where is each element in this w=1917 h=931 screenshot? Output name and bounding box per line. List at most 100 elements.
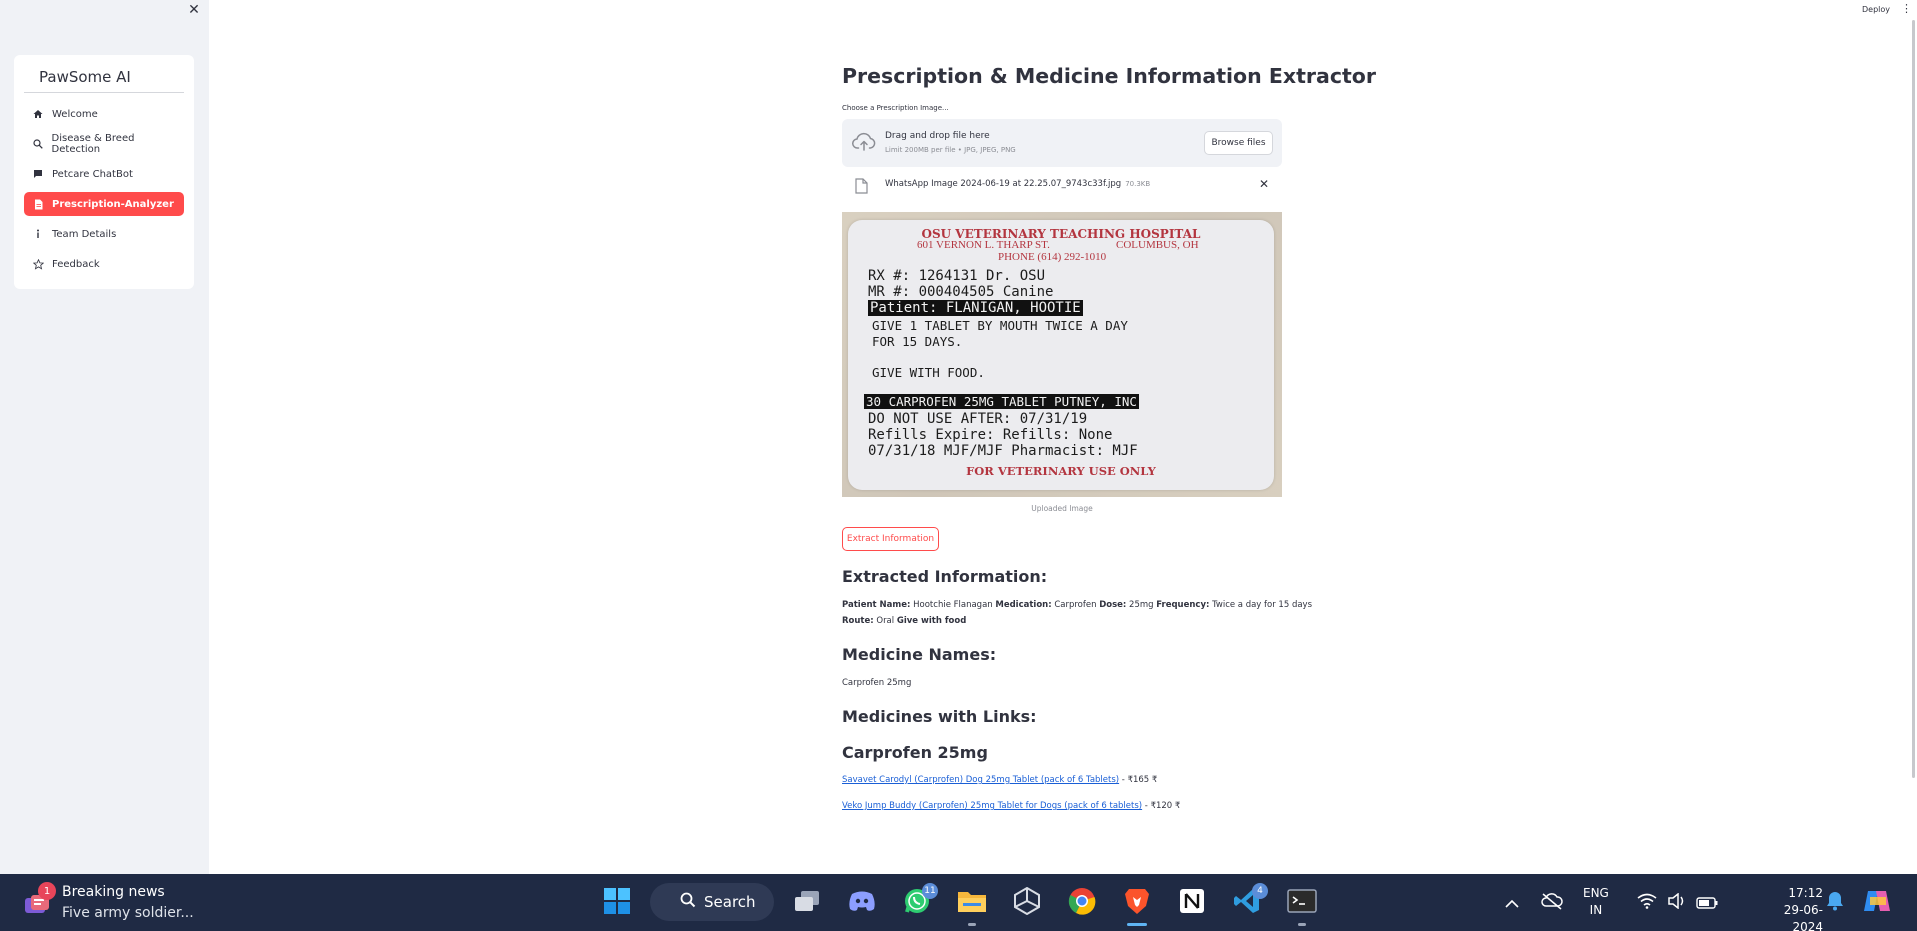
terminal-button[interactable]	[1287, 888, 1317, 926]
language-indicator[interactable]: ENG IN	[1583, 885, 1609, 919]
browse-files-button[interactable]: Browse files	[1204, 131, 1273, 155]
wifi-icon	[1637, 893, 1657, 913]
rx-drug-line: 30 CARPROFEN 25MG TABLET PUTNEY, INC	[864, 394, 1139, 409]
rx-refills-line: Refills Expire: Refills: None	[868, 427, 1113, 443]
sidebar: ✕ PawSome AI Welcome Disease & Breed Det…	[0, 0, 209, 874]
folder-icon	[957, 888, 987, 918]
rx-give-line-1: GIVE 1 TABLET BY MOUTH TWICE A DAY	[872, 318, 1128, 333]
vscode-button[interactable]: 4	[1232, 883, 1268, 918]
option-menu: PawSome AI Welcome Disease & Breed Detec…	[14, 55, 194, 289]
frequency-value: Twice a day for 15 days	[1212, 600, 1313, 610]
sidebar-item-disease-breed[interactable]: Disease & Breed Detection	[24, 132, 184, 156]
whatsapp-button[interactable]: 11	[902, 883, 938, 918]
menu-divider	[24, 92, 184, 93]
info-icon	[24, 229, 52, 239]
medicine-subheading: Carprofen 25mg	[842, 743, 988, 762]
rx-footer: FOR VETERINARY USE ONLY	[966, 464, 1156, 478]
medicine-link[interactable]: Veko Jump Buddy (Carprofen) 25mg Tablet …	[842, 801, 1142, 811]
sidebar-item-label: Petcare ChatBot	[52, 168, 133, 180]
unity-icon	[1014, 886, 1040, 919]
taskbar-search[interactable]: Search	[650, 883, 774, 921]
bell-icon	[1826, 891, 1844, 915]
system-clock[interactable]: 17:12 29-06-2024	[1757, 885, 1823, 931]
language-bottom: IN	[1589, 903, 1603, 917]
sidebar-item-label: Disease & Breed Detection	[51, 133, 135, 155]
dose-value: 25mg	[1129, 600, 1154, 610]
battery-icon	[1696, 894, 1718, 913]
medicine-price: - ₹120 ₹	[1142, 801, 1181, 811]
battery-button[interactable]	[1692, 888, 1722, 918]
rx-expiry-line: DO NOT USE AFTER: 07/31/19	[868, 411, 1088, 427]
notion-button[interactable]	[1177, 888, 1207, 918]
medicine-names-text: Carprofen 25mg	[842, 678, 912, 688]
onedrive-button[interactable]	[1537, 888, 1567, 918]
brave-button[interactable]	[1122, 888, 1152, 926]
patient-key: Patient Name:	[842, 600, 911, 610]
chrome-icon	[1068, 887, 1096, 919]
route-key: Route:	[842, 616, 874, 626]
file-size: 70.3KB	[1125, 180, 1151, 188]
rx-hospital: OSU VETERINARY TEACHING HOSPITAL	[921, 227, 1201, 241]
route-value: Oral	[876, 616, 895, 626]
sidebar-item-label: Feedback	[52, 258, 100, 270]
file-explorer-button[interactable]	[957, 888, 987, 926]
deploy-button[interactable]: Deploy	[1862, 5, 1890, 14]
cloud-upload-icon	[852, 132, 876, 156]
whatsapp-badge: 11	[922, 883, 938, 899]
task-view-button[interactable]	[792, 888, 822, 918]
windows-logo-icon	[603, 887, 631, 919]
uploaded-prescription-image: OSU VETERINARY TEACHING HOSPITAL 601 VER…	[842, 212, 1282, 497]
running-indicator	[1298, 923, 1306, 926]
dose-key: Dose:	[1099, 600, 1127, 610]
house-icon	[24, 109, 52, 119]
medicines-links-heading: Medicines with Links:	[842, 707, 1037, 726]
uploaded-file-row: WhatsApp Image 2024-06-19 at 22.25.07_97…	[842, 175, 1282, 197]
patient-value: Hootchie Flanagan	[913, 600, 993, 610]
rx-patient-line: Patient: FLANIGAN, HOOTIE	[868, 300, 1083, 316]
notifications-button[interactable]	[1820, 888, 1850, 918]
rx-address-right: COLUMBUS, OH	[1116, 239, 1199, 251]
sidebar-item-label: Prescription-Analyzer	[52, 198, 174, 210]
rx-food-line: GIVE WITH FOOD.	[872, 365, 985, 380]
rx-phone: PHONE (614) 292-1010	[998, 251, 1107, 263]
sidebar-item-welcome[interactable]: Welcome	[24, 102, 184, 126]
language-top: ENG	[1583, 886, 1609, 900]
medicine-link[interactable]: Savavet Carodyl (Carprofen) Dog 25mg Tab…	[842, 775, 1119, 785]
file-dropzone[interactable]: Drag and drop file here Limit 200MB per …	[842, 119, 1282, 167]
news-text: Five army soldier...	[62, 905, 194, 921]
sidebar-item-label: Welcome	[52, 108, 98, 120]
news-badge: 1	[38, 882, 56, 900]
medicine-price: - ₹165 ₹	[1119, 775, 1158, 785]
volume-icon	[1667, 892, 1687, 913]
uploader-label: Choose a Prescription Image...	[842, 104, 949, 112]
start-button[interactable]	[602, 888, 632, 918]
sidebar-item-team-details[interactable]: Team Details	[24, 222, 184, 246]
main-menu-icon[interactable]: ⋮	[1901, 3, 1912, 14]
terminal-icon	[1287, 888, 1317, 918]
rx-address-left: 601 VERNON L. THARP ST.	[917, 239, 1050, 251]
extracted-heading: Extracted Information:	[842, 567, 1048, 586]
chrome-button[interactable]	[1067, 888, 1097, 918]
dropzone-limit: Limit 200MB per file • JPG, JPEG, PNG	[885, 146, 1016, 154]
medication-key: Medication:	[995, 600, 1052, 610]
frequency-key: Frequency:	[1156, 600, 1210, 610]
discord-button[interactable]	[847, 888, 877, 918]
rx-date-line: 07/31/18 MJF/MJF Pharmacist: MJF	[868, 443, 1138, 459]
sidebar-item-chatbot[interactable]: Petcare ChatBot	[24, 162, 184, 186]
windows-taskbar: 1 Breaking news Five army soldier... Sea…	[0, 874, 1917, 931]
volume-button[interactable]	[1662, 888, 1692, 918]
show-hidden-icons-button[interactable]	[1497, 888, 1527, 918]
remove-file-icon[interactable]: ✕	[1259, 177, 1269, 191]
medicine-link-row: Savavet Carodyl (Carprofen) Dog 25mg Tab…	[842, 775, 1157, 785]
unity-button[interactable]	[1012, 886, 1042, 919]
sidebar-item-prescription-analyzer[interactable]: Prescription-Analyzer	[24, 192, 184, 216]
wifi-button[interactable]	[1632, 888, 1662, 918]
active-indicator	[1127, 923, 1147, 926]
close-sidebar-icon[interactable]: ✕	[186, 2, 202, 18]
sidebar-item-feedback[interactable]: Feedback	[24, 252, 184, 276]
chat-icon	[24, 169, 52, 179]
rx-drug-text: 30 CARPROFEN 25MG TABLET PUTNEY, INC	[864, 394, 1139, 409]
copilot-button[interactable]	[1862, 888, 1892, 918]
extract-information-button[interactable]: Extract Information	[842, 527, 939, 551]
page-scrollbar[interactable]	[1912, 20, 1915, 778]
